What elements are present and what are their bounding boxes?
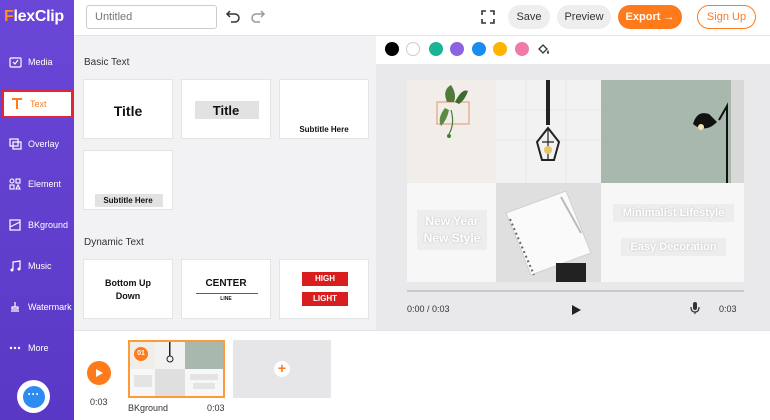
color-swatch-white[interactable] <box>406 42 420 56</box>
sidebar-item-label: More <box>28 343 49 353</box>
color-swatch-yellow[interactable] <box>493 42 507 56</box>
card-text: HIGH <box>302 272 348 286</box>
clip-label: BKground <box>128 403 169 413</box>
text-template-card[interactable]: Subtitle Here <box>83 150 173 210</box>
sidebar-item-more[interactable]: More <box>2 334 73 362</box>
paint-bucket-icon[interactable] <box>537 42 551 56</box>
sidebar: FlexClip Media Text Overlay Element BKgr… <box>0 0 74 420</box>
card-text: LINE <box>220 296 232 302</box>
canvas-text-line: New Style <box>423 231 481 245</box>
plus-icon: + <box>274 361 290 377</box>
timeline: 0:03 01 BKground 0:03 + <box>74 330 770 420</box>
sidebar-item-label: Text <box>30 99 47 109</box>
canvas-image-wall-lamp <box>601 80 744 183</box>
save-button[interactable]: Save <box>508 5 550 29</box>
preview-button[interactable]: Preview <box>557 5 611 29</box>
play-icon[interactable] <box>570 303 582 315</box>
dynamic-text-card[interactable]: HIGH LIGHT <box>279 259 369 319</box>
chat-button[interactable]: ··· <box>17 380 50 413</box>
canvas-text-easy-decoration[interactable]: Easy Decoration <box>621 238 726 256</box>
export-button[interactable]: Export → <box>618 5 682 29</box>
sidebar-item-label: BKground <box>28 220 69 230</box>
card-text: Bottom Up <box>105 278 151 288</box>
canvas-text-new-year[interactable]: New Year New Style <box>417 210 487 250</box>
top-toolbar: Save Preview Export → Sign Up <box>74 0 770 36</box>
canvas-image-blank-right <box>601 183 744 282</box>
canvas-text-minimalist-lifestyle[interactable]: Minimalist Lifestyle <box>613 204 734 222</box>
clip-number-badge: 01 <box>134 347 148 361</box>
clip-duration: 0:03 <box>207 403 225 413</box>
dynamic-text-card[interactable]: CENTER LINE <box>181 259 271 319</box>
canvas-area: New Year New Style Minimalist Lifestyle … <box>376 64 770 332</box>
sign-up-button[interactable]: Sign Up <box>697 5 756 29</box>
basic-text-heading: Basic Text <box>84 57 130 68</box>
canvas-image-notebook <box>496 183 601 282</box>
color-swatch-teal[interactable] <box>429 42 443 56</box>
sidebar-item-label: Watermark <box>28 302 72 312</box>
card-text: Title <box>113 103 143 119</box>
fullscreen-icon[interactable] <box>481 10 495 24</box>
chat-icon: ··· <box>22 385 45 408</box>
sidebar-item-label: Music <box>28 261 52 271</box>
color-swatch-black[interactable] <box>385 42 399 56</box>
canvas-image-lamp <box>496 80 601 183</box>
dynamic-text-card[interactable]: Bottom Up Down <box>83 259 173 319</box>
add-clip-button[interactable]: + <box>233 340 331 398</box>
background-icon <box>8 218 22 232</box>
flexclip-editor: FlexClip Media Text Overlay Element BKgr… <box>0 0 770 420</box>
color-swatch-purple[interactable] <box>450 42 464 56</box>
overlay-icon <box>8 137 22 151</box>
text-icon <box>10 97 24 111</box>
timeline-clip[interactable]: 01 <box>128 340 225 398</box>
text-template-card[interactable]: Title <box>83 79 173 139</box>
canvas-text-line: New Year <box>425 214 479 228</box>
card-text: LIGHT <box>302 292 348 306</box>
play-icon <box>96 369 103 377</box>
flexclip-logo: FlexClip <box>4 8 64 25</box>
microphone-icon[interactable] <box>689 301 701 315</box>
canvas-image-plant <box>407 80 496 183</box>
element-icon <box>8 177 22 191</box>
sidebar-item-element[interactable]: Element <box>2 170 73 198</box>
timeline-play-button[interactable] <box>87 361 111 385</box>
undo-icon[interactable] <box>225 8 241 24</box>
color-swatch-blue[interactable] <box>472 42 486 56</box>
sidebar-item-label: Element <box>28 179 62 189</box>
sidebar-item-music[interactable]: Music <box>2 252 73 280</box>
sidebar-item-bkground[interactable]: BKground <box>2 211 73 239</box>
text-panel: Basic Text Title Title Subtitle Here Sub… <box>74 36 376 330</box>
card-text: Subtitle Here <box>299 125 349 134</box>
text-template-card[interactable]: Title <box>181 79 271 139</box>
card-text: Down <box>115 291 141 301</box>
sidebar-item-label: Overlay <box>28 139 60 149</box>
music-icon <box>8 259 22 273</box>
sidebar-item-watermark[interactable]: Watermark <box>2 293 73 321</box>
card-text: Title <box>212 103 240 118</box>
dynamic-text-heading: Dynamic Text <box>84 237 144 248</box>
media-icon <box>8 55 22 69</box>
project-title-input[interactable] <box>86 5 217 29</box>
sidebar-item-overlay[interactable]: Overlay <box>2 130 73 158</box>
watermark-icon <box>8 300 22 314</box>
total-duration: 0:03 <box>719 304 737 314</box>
card-text: Subtitle Here <box>103 196 153 205</box>
sidebar-item-label: Media <box>28 57 53 67</box>
color-swatch-pink[interactable] <box>515 42 529 56</box>
card-text: CENTER <box>205 278 247 289</box>
color-palette <box>376 36 770 64</box>
redo-icon[interactable] <box>250 8 266 24</box>
playback-progress-bar[interactable] <box>407 290 744 292</box>
sidebar-item-text[interactable]: Text <box>2 90 73 118</box>
more-icon <box>8 341 22 355</box>
timeline-time: 0:03 <box>90 397 108 407</box>
card-underline <box>196 293 258 294</box>
sidebar-item-media[interactable]: Media <box>2 48 73 76</box>
video-canvas[interactable]: New Year New Style Minimalist Lifestyle … <box>407 80 744 282</box>
current-time: 0:00 / 0:03 <box>407 304 450 314</box>
text-template-card[interactable]: Subtitle Here <box>279 79 369 139</box>
